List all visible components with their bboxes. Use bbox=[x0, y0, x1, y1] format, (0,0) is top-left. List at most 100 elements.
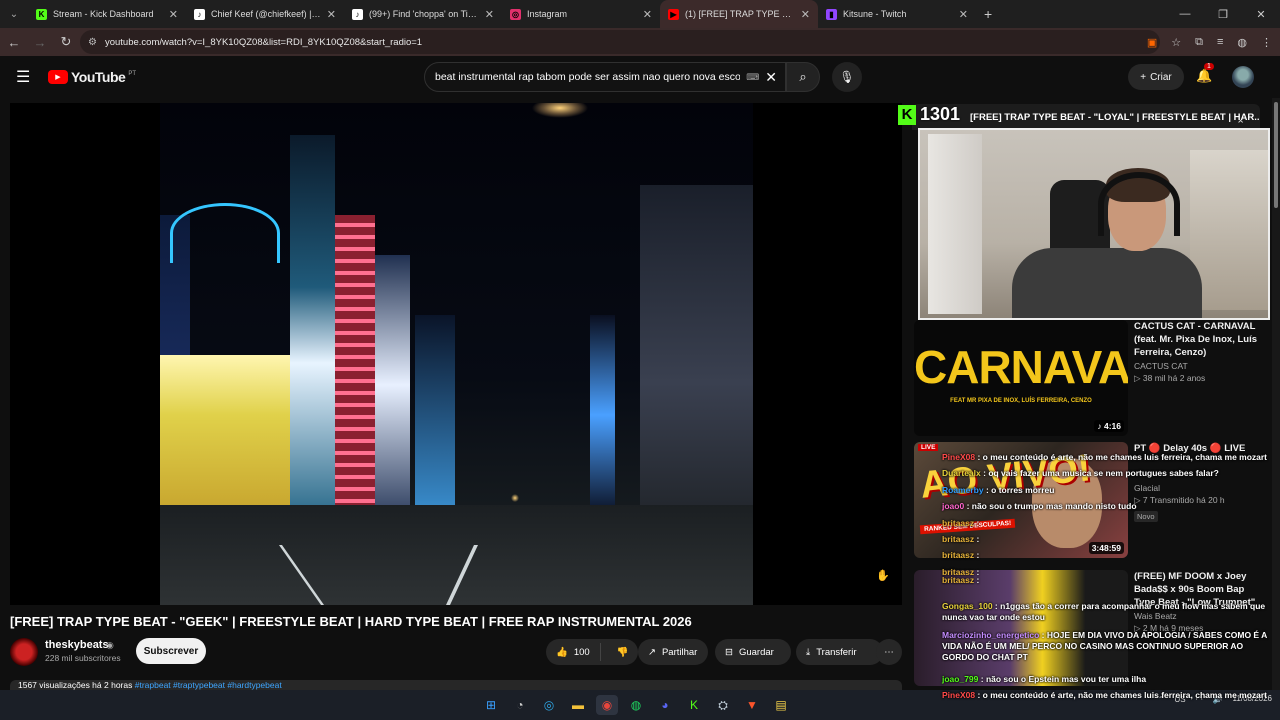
browser-tab[interactable]: K Stream - Kick Dashboard ✕ bbox=[28, 0, 186, 28]
chat-username[interactable]: Gongas_100 bbox=[942, 601, 993, 611]
site-info-icon[interactable]: ⚙ bbox=[88, 37, 97, 48]
more-actions-button[interactable]: ⋯ bbox=[876, 639, 902, 665]
video-thumbnail[interactable]: CARNAVAL FEAT MR PIXA DE INOX, LUÍS FERR… bbox=[914, 320, 1128, 436]
browser-tab[interactable]: ▮ Kitsune - Twitch ✕ bbox=[818, 0, 976, 28]
back-icon[interactable]: ← bbox=[2, 30, 26, 54]
chat-separator: : bbox=[974, 518, 980, 528]
chat-username[interactable]: britaasz bbox=[942, 550, 974, 560]
brave-icon[interactable]: ▼ bbox=[741, 695, 763, 715]
video-player[interactable]: ✋ bbox=[10, 103, 902, 605]
subscribe-button[interactable]: Subscrever bbox=[136, 638, 206, 664]
search-icon[interactable]: ◔ bbox=[509, 695, 531, 715]
tab-search-icon[interactable]: ⌄ bbox=[0, 0, 28, 28]
chat-message: britaasz : bbox=[942, 518, 1272, 529]
keyboard-icon[interactable]: ⌨ bbox=[746, 72, 759, 83]
browser-tab[interactable]: ▶ (1) [FREE] TRAP TYPE BEAT - "G... ✕ bbox=[660, 0, 818, 28]
browser-tab[interactable]: ♪ Chief Keef (@chiefkeef) | TikTok ✕ bbox=[186, 0, 344, 28]
clear-search-icon[interactable]: ✕ bbox=[765, 69, 777, 86]
channel-avatar[interactable] bbox=[10, 638, 38, 666]
minimize-icon[interactable]: — bbox=[1166, 0, 1204, 28]
chat-username[interactable]: PineX08 bbox=[942, 690, 975, 700]
chat-message: Gongas_100 : n1ggas tão a correr para ac… bbox=[942, 601, 1272, 623]
download-button[interactable]: ⤓ Transferir bbox=[796, 639, 883, 665]
page-scrollbar[interactable] bbox=[1272, 98, 1280, 690]
chat-username[interactable]: joao_799 bbox=[942, 674, 978, 684]
extensions-puzzle-icon[interactable]: ⧉ bbox=[1195, 36, 1203, 49]
create-button[interactable]: + Criar bbox=[1128, 64, 1184, 90]
tiktok-icon: ♪ bbox=[352, 8, 363, 20]
chat-separator: : bbox=[975, 690, 983, 700]
search-input[interactable]: beat instrumental rap tabom pode ser ass… bbox=[424, 62, 786, 92]
youtube-logo[interactable]: ▶ YouTube PT bbox=[48, 69, 136, 85]
like-button[interactable]: 👍 100 bbox=[546, 643, 601, 661]
close-tab-icon[interactable]: ✕ bbox=[643, 8, 652, 21]
chat-username[interactable]: britaasz bbox=[942, 575, 974, 585]
close-tab-icon[interactable]: ✕ bbox=[169, 8, 178, 21]
mic-icon: 🎙 bbox=[839, 70, 855, 84]
discord-icon[interactable]: ◕ bbox=[654, 695, 676, 715]
extension-icon[interactable]: ▣ bbox=[1147, 36, 1157, 49]
video-thumbnail[interactable] bbox=[914, 570, 1128, 686]
recommendation-channel[interactable]: CACTUS CAT bbox=[1134, 361, 1264, 371]
chat-username[interactable]: Duartealx bbox=[942, 468, 981, 478]
chat-message: joao0 : não sou o trumpo mas mando nisto… bbox=[942, 501, 1272, 512]
menu-icon[interactable]: ☰ bbox=[16, 67, 36, 87]
folder-icon[interactable]: ▬ bbox=[567, 695, 589, 715]
voice-search-button[interactable]: 🎙 bbox=[832, 62, 862, 92]
notes-icon[interactable]: ▤ bbox=[770, 695, 792, 715]
browser-tab[interactable]: ◎ Instagram ✕ bbox=[502, 0, 660, 28]
restore-icon[interactable]: ❐ bbox=[1204, 0, 1242, 28]
search-button[interactable]: ⌕ bbox=[786, 62, 820, 92]
chat-username[interactable]: britaasz bbox=[942, 534, 974, 544]
account-avatar[interactable] bbox=[1232, 66, 1254, 88]
taskbar-apps: ⊞ ◔ ◎ ▬ ◉ ◍ ◕ K ⛭ ▼ ▤ bbox=[480, 695, 792, 715]
kick-icon[interactable]: K bbox=[683, 695, 705, 715]
windows-icon[interactable]: ⊞ bbox=[480, 695, 502, 715]
chat-username[interactable]: britaasz bbox=[942, 518, 974, 528]
description-box[interactable]: 1567 visualizações há 2 horas #trapbeat … bbox=[10, 680, 902, 690]
hashtags[interactable]: #trapbeat #traptypebeat #hardtypebeat bbox=[135, 680, 282, 690]
upnext-bar[interactable]: [FREE] TRAP TYPE BEAT - "LOYAL" | FREEST… bbox=[912, 104, 1260, 130]
chat-username[interactable]: Marciozinho_energetico bbox=[942, 630, 1039, 640]
save-button[interactable]: ⊟ Guardar bbox=[715, 639, 791, 665]
notifications-button[interactable]: 🔔 1 bbox=[1196, 63, 1214, 84]
scrollbar-thumb[interactable] bbox=[1274, 102, 1278, 208]
recommendation-item[interactable]: CARNAVAL FEAT MR PIXA DE INOX, LUÍS FERR… bbox=[912, 320, 1268, 438]
reading-list-icon[interactable]: ≡ bbox=[1217, 36, 1223, 48]
close-tab-icon[interactable]: ✕ bbox=[327, 8, 336, 21]
close-tab-icon[interactable]: ✕ bbox=[959, 8, 968, 21]
youtube-header: ☰ ▶ YouTube PT beat instrumental rap tab… bbox=[0, 56, 1280, 98]
edge-icon[interactable]: ◎ bbox=[538, 695, 560, 715]
chat-username[interactable]: PineX08 bbox=[942, 452, 975, 462]
reload-icon[interactable]: ↻ bbox=[54, 30, 78, 54]
browser-tab[interactable]: ♪ (99+) Find 'choppa' on TikTok | ... ✕ bbox=[344, 0, 502, 28]
building bbox=[290, 135, 335, 515]
url-field[interactable]: ⚙ youtube.com/watch?v=I_8YK10QZ08&list=R… bbox=[80, 30, 1160, 54]
channel-name[interactable]: theskybeats bbox=[45, 639, 109, 651]
tab-title: Chief Keef (@chiefkeef) | TikTok bbox=[211, 9, 321, 19]
neon-sign bbox=[170, 203, 280, 263]
spotify-icon[interactable]: ◍ bbox=[625, 695, 647, 715]
forward-icon[interactable]: → bbox=[28, 30, 52, 54]
close-tab-icon[interactable]: ✕ bbox=[485, 8, 494, 21]
channel-row: theskybeats ◉ 228 mil subscritores Subsc… bbox=[10, 636, 902, 670]
chat-separator: : bbox=[983, 485, 992, 495]
bookmark-star-icon[interactable]: ☆ bbox=[1171, 36, 1181, 49]
browser-menu-icon[interactable]: ⋮ bbox=[1261, 36, 1272, 49]
new-tab-button[interactable]: + bbox=[976, 6, 1000, 22]
recommendation-title[interactable]: CACTUS CAT - CARNAVAL (feat. Mr. Pixa De… bbox=[1134, 320, 1264, 359]
close-window-icon[interactable]: ✕ bbox=[1242, 0, 1280, 28]
recommendation-item[interactable]: (FREE) MF DOOM x Joey Bada$$ x 90s Boom … bbox=[912, 570, 1268, 688]
thumbs-down-icon: 👎 bbox=[616, 646, 629, 658]
chat-username[interactable]: joao0 bbox=[942, 501, 964, 511]
download-label: Transferir bbox=[816, 646, 857, 658]
country-code: PT bbox=[128, 71, 136, 77]
steam-icon[interactable]: ⛭ bbox=[712, 695, 734, 715]
chrome-icon[interactable]: ◉ bbox=[596, 695, 618, 715]
share-button[interactable]: ↗ Partilhar bbox=[638, 639, 708, 665]
video-frame[interactable] bbox=[160, 103, 753, 605]
close-tab-icon[interactable]: ✕ bbox=[801, 8, 810, 21]
dislike-button[interactable]: 👎 bbox=[607, 647, 639, 658]
chat-username[interactable]: Roamerby bbox=[942, 485, 984, 495]
profile-icon[interactable]: ◍ bbox=[1237, 36, 1247, 49]
